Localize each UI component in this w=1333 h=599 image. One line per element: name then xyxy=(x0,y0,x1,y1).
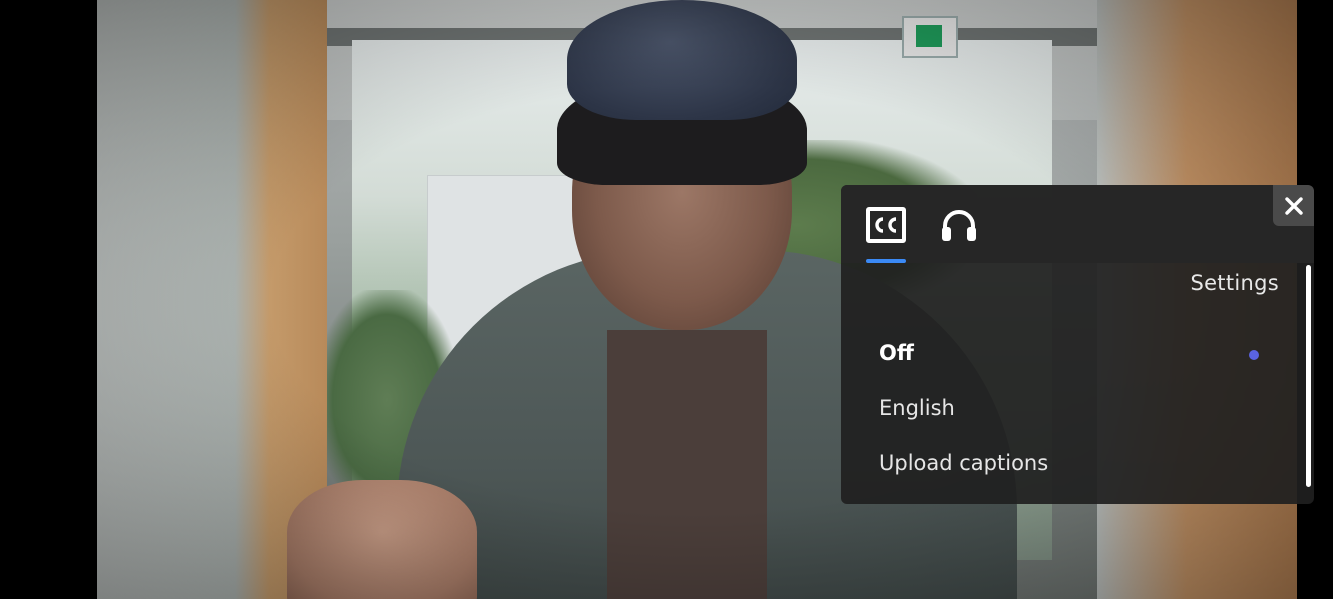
caption-option-english[interactable]: English xyxy=(879,396,955,420)
captions-panel: Settings Off English Upload captions xyxy=(841,185,1314,504)
video-player[interactable]: Settings Off English Upload captions xyxy=(0,0,1333,599)
selected-indicator-dot xyxy=(1249,350,1259,360)
closed-captions-icon xyxy=(866,207,906,243)
panel-header xyxy=(841,185,1314,263)
caption-option-upload[interactable]: Upload captions xyxy=(879,451,1048,475)
tab-audio[interactable] xyxy=(939,205,979,245)
headphones-icon xyxy=(942,210,976,241)
caption-option-off[interactable]: Off xyxy=(879,341,914,365)
tab-captions[interactable] xyxy=(866,205,906,245)
close-icon xyxy=(1284,196,1303,215)
panel-scrollbar[interactable] xyxy=(1306,265,1311,487)
active-tab-indicator xyxy=(866,259,906,263)
settings-link[interactable]: Settings xyxy=(1190,271,1279,295)
close-button[interactable] xyxy=(1273,185,1314,226)
